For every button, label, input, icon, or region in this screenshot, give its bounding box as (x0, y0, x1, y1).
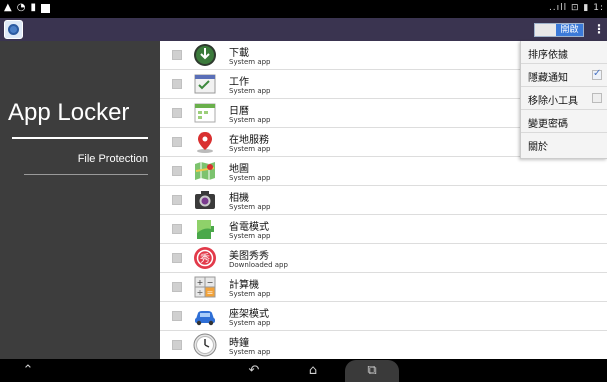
app-locker-icon[interactable] (4, 20, 23, 39)
menu-item-label: 關於 (528, 142, 548, 153)
lock-checkbox[interactable] (172, 224, 182, 234)
sidebar-divider (12, 137, 148, 139)
sidebar-title: App Locker (8, 99, 130, 126)
svg-text:−: − (207, 278, 214, 287)
calendar-icon (194, 103, 216, 123)
sidebar-item-file-protection[interactable]: File Protection (78, 153, 148, 165)
app-name: 座架模式 (229, 309, 269, 320)
status-bar-right: ..ıll ⊡ ▮ 1: (548, 3, 604, 13)
tasks-icon (194, 74, 216, 94)
recent-apps-icon[interactable]: ⧉ (362, 362, 382, 379)
app-name: 日曆 (229, 106, 249, 117)
overflow-menu-icon[interactable]: ⋮ (593, 22, 605, 38)
camera-icon (195, 191, 215, 209)
list-item[interactable]: 秀 美图秀秀 Downloaded app (160, 244, 607, 273)
enable-toggle[interactable]: 開啟 (534, 23, 584, 37)
app-type: System app (229, 58, 271, 66)
svg-text:÷: ÷ (197, 288, 204, 297)
lock-checkbox[interactable] (172, 166, 182, 176)
back-icon[interactable]: ↶ (243, 362, 265, 379)
lock-checkbox[interactable] (172, 253, 182, 263)
download-icon (194, 44, 216, 66)
list-item[interactable]: 相機 System app (160, 186, 607, 215)
svg-text:+: + (197, 278, 204, 287)
app-type: System app (229, 203, 271, 211)
clock-icon (193, 333, 217, 357)
list-item[interactable]: + − ÷ = 計算機 System app (160, 273, 607, 302)
car-dock-icon (195, 311, 215, 326)
app-type: System app (229, 145, 271, 153)
app-type: System app (229, 232, 271, 240)
app-type: System app (229, 319, 271, 327)
menu-item-sort-by[interactable]: 排序依據 (521, 41, 607, 64)
list-item[interactable]: 省電模式 System app (160, 215, 607, 244)
status-bar: ▲ ◔ ▮ ..ıll ⊡ ▮ 1: (0, 0, 607, 18)
location-icon (197, 132, 213, 153)
lock-checkbox[interactable] (172, 195, 182, 205)
action-bar: 開啟 ⋮ (0, 18, 607, 41)
menu-item-label: 移除小工具 (528, 96, 578, 107)
app-name: 時鐘 (229, 338, 249, 349)
lock-checkbox[interactable] (172, 50, 182, 60)
toggle-on-label: 開啟 (556, 24, 583, 36)
list-item[interactable]: 地圖 System app (160, 157, 607, 186)
app-type: System app (229, 116, 271, 124)
expand-icon[interactable]: ⌃ (18, 362, 38, 379)
maps-icon (195, 162, 215, 180)
lock-checkbox[interactable] (172, 282, 182, 292)
app-type: System app (229, 174, 271, 182)
app-type: System app (229, 348, 271, 356)
menu-item-label: 隱藏通知 (528, 73, 568, 84)
app-name: 相機 (229, 193, 249, 204)
list-item[interactable]: 座架模式 System app (160, 302, 607, 331)
menu-item-remove-widget[interactable]: 移除小工具 (521, 87, 607, 110)
sidebar-sub-divider (24, 174, 148, 175)
lock-checkbox[interactable] (172, 311, 182, 321)
app-name: 下載 (229, 48, 249, 59)
warning-icon: ▲ (4, 2, 12, 13)
list-item[interactable]: 時鐘 System app (160, 331, 607, 360)
app-name: 地圖 (229, 164, 249, 175)
notification-icon (40, 3, 50, 13)
app-type: System app (229, 87, 271, 95)
menu-item-about[interactable]: 關於 (521, 133, 607, 156)
calculator-icon: + −÷ = (194, 276, 216, 298)
overflow-menu: 排序依據 隱藏通知 移除小工具 變更密碼 關於 (520, 41, 607, 159)
app-type: System app (229, 290, 271, 298)
lock-checkbox[interactable] (172, 340, 182, 350)
hide-notification-checkbox[interactable] (592, 68, 602, 80)
svg-text:秀: 秀 (200, 253, 210, 265)
lock-checkbox[interactable] (172, 79, 182, 89)
app-name: 省電模式 (229, 222, 269, 233)
app-name: 計算機 (229, 280, 259, 291)
sidebar: App Locker File Protection (0, 41, 160, 359)
app-name: 在地服務 (229, 135, 269, 146)
lock-checkbox[interactable] (172, 137, 182, 147)
app-name: 工作 (229, 77, 249, 88)
navigation-bar: ⌃ ↶ ⌂ ⧉ (0, 359, 607, 382)
lock-checkbox[interactable] (172, 108, 182, 118)
remove-widget-checkbox[interactable] (592, 93, 602, 103)
menu-item-label: 排序依據 (528, 50, 568, 61)
menu-item-label: 變更密碼 (528, 119, 568, 130)
svg-text:=: = (207, 288, 214, 297)
battery-saver-icon (197, 220, 214, 239)
sd-card-icon: ▮ (30, 2, 36, 13)
status-bar-left: ▲ ◔ ▮ (4, 2, 50, 14)
menu-item-hide-notification[interactable]: 隱藏通知 (521, 64, 607, 87)
app-type: Downloaded app (229, 261, 288, 269)
wifi-icon: ◔ (16, 2, 26, 13)
home-icon[interactable]: ⌂ (302, 362, 324, 379)
menu-item-change-password[interactable]: 變更密碼 (521, 110, 607, 133)
meitu-icon: 秀 (194, 247, 216, 269)
app-name: 美图秀秀 (229, 251, 269, 262)
